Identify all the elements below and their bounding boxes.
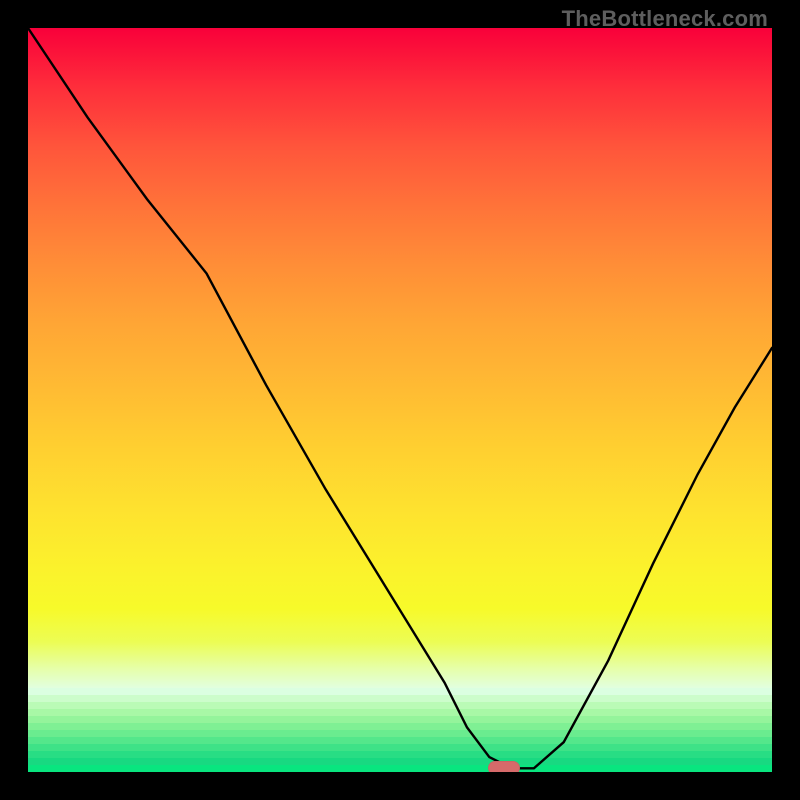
optimal-marker (488, 761, 520, 772)
plot-area (28, 28, 772, 772)
curve-svg (28, 28, 772, 772)
chart-frame: TheBottleneck.com (0, 0, 800, 800)
bottleneck-curve (28, 28, 772, 768)
